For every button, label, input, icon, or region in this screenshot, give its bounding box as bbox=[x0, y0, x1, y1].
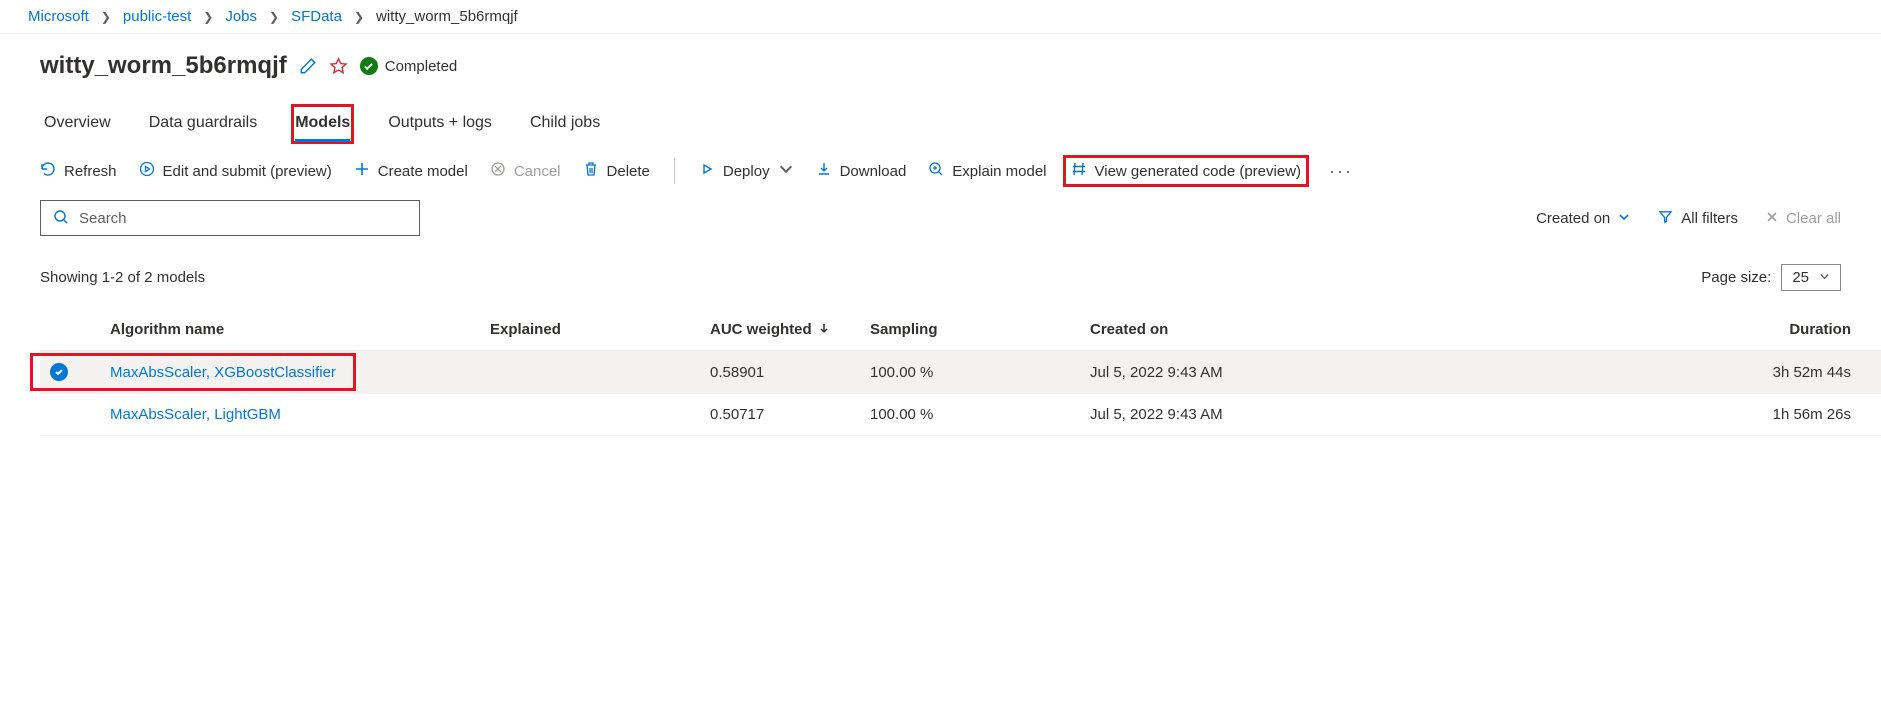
edit-icon[interactable] bbox=[299, 57, 317, 75]
chevron-right-icon: ❯ bbox=[101, 10, 111, 24]
view-code-label: View generated code (preview) bbox=[1095, 163, 1302, 180]
page-size-label: Page size: bbox=[1701, 269, 1771, 286]
play-circle-icon bbox=[139, 161, 155, 181]
tab-overview[interactable]: Overview bbox=[42, 106, 113, 142]
explain-model-button[interactable]: Explain model bbox=[928, 161, 1046, 181]
download-label: Download bbox=[840, 163, 907, 180]
breadcrumb-item-sfdata[interactable]: SFData bbox=[291, 8, 342, 25]
results-count: Showing 1-2 of 2 models bbox=[40, 269, 205, 286]
created-on-filter[interactable]: Created on bbox=[1536, 210, 1630, 227]
cell-auc: 0.50717 bbox=[710, 406, 870, 423]
all-filters-button[interactable]: All filters bbox=[1658, 209, 1738, 228]
status-badge: Completed bbox=[360, 57, 458, 75]
tabs: Overview Data guardrails Models Outputs … bbox=[40, 106, 1841, 142]
all-filters-label: All filters bbox=[1681, 210, 1738, 227]
chevron-down-icon bbox=[1819, 269, 1830, 286]
edit-submit-label: Edit and submit (preview) bbox=[163, 163, 332, 180]
table-row[interactable]: MaxAbsScaler, LightGBM 0.50717 100.00 % … bbox=[40, 394, 1881, 436]
chevron-right-icon: ❯ bbox=[354, 10, 364, 24]
cancel-button: Cancel bbox=[490, 161, 561, 181]
more-actions-button[interactable]: ··· bbox=[1325, 161, 1357, 182]
page-size-value: 25 bbox=[1792, 269, 1809, 286]
created-on-label: Created on bbox=[1536, 210, 1610, 227]
filter-row: Created on All filters Clear all bbox=[0, 194, 1881, 246]
table-row[interactable]: MaxAbsScaler, XGBoostClassifier 0.58901 … bbox=[40, 351, 1881, 394]
algorithm-link[interactable]: MaxAbsScaler, XGBoostClassifier bbox=[110, 364, 336, 381]
page-size-select[interactable]: 25 bbox=[1781, 264, 1841, 291]
cell-auc: 0.58901 bbox=[710, 364, 870, 381]
clear-all-label: Clear all bbox=[1786, 210, 1841, 227]
edit-submit-button[interactable]: Edit and submit (preview) bbox=[139, 161, 332, 181]
models-table: Algorithm name Explained AUC weighted Sa… bbox=[40, 309, 1881, 436]
close-icon bbox=[1766, 210, 1778, 227]
clear-all-button[interactable]: Clear all bbox=[1766, 210, 1841, 227]
search-input[interactable] bbox=[79, 210, 407, 227]
cell-created: Jul 5, 2022 9:43 AM bbox=[1090, 364, 1370, 381]
row-selected-icon[interactable] bbox=[50, 363, 68, 381]
toolbar: Refresh Edit and submit (preview) Create… bbox=[0, 142, 1881, 194]
col-created[interactable]: Created on bbox=[1090, 321, 1370, 338]
refresh-button[interactable]: Refresh bbox=[40, 161, 117, 181]
create-model-label: Create model bbox=[378, 163, 468, 180]
page-title: witty_worm_5b6rmqjf bbox=[40, 52, 287, 80]
page-header: witty_worm_5b6rmqjf Completed Overview D… bbox=[0, 34, 1881, 142]
tab-models[interactable]: Models bbox=[293, 106, 352, 142]
refresh-label: Refresh bbox=[64, 163, 117, 180]
col-auc-label: AUC weighted bbox=[710, 321, 812, 338]
favorite-star-icon[interactable] bbox=[329, 57, 348, 76]
cell-duration: 1h 56m 26s bbox=[1370, 406, 1871, 423]
chevron-down-icon bbox=[1618, 210, 1630, 227]
chevron-down-icon bbox=[778, 161, 794, 181]
search-box[interactable] bbox=[40, 200, 420, 236]
cell-duration: 3h 52m 44s bbox=[1370, 364, 1871, 381]
tab-child-jobs[interactable]: Child jobs bbox=[528, 106, 602, 142]
cell-sampling: 100.00 % bbox=[870, 406, 1090, 423]
explain-label: Explain model bbox=[952, 163, 1046, 180]
algorithm-link[interactable]: MaxAbsScaler, LightGBM bbox=[110, 406, 281, 423]
col-auc[interactable]: AUC weighted bbox=[710, 321, 870, 338]
arrow-down-icon bbox=[818, 321, 830, 338]
delete-button[interactable]: Delete bbox=[583, 161, 650, 181]
chevron-right-icon: ❯ bbox=[269, 10, 279, 24]
search-icon bbox=[53, 209, 69, 228]
col-explained[interactable]: Explained bbox=[490, 321, 710, 338]
magnify-plus-icon bbox=[928, 161, 944, 181]
download-icon bbox=[816, 161, 832, 181]
deploy-icon bbox=[699, 161, 715, 181]
table-header: Algorithm name Explained AUC weighted Sa… bbox=[40, 309, 1881, 351]
tab-data-guardrails[interactable]: Data guardrails bbox=[147, 106, 260, 142]
count-row: Showing 1-2 of 2 models Page size: 25 bbox=[0, 246, 1881, 299]
col-sampling[interactable]: Sampling bbox=[870, 321, 1090, 338]
deploy-button[interactable]: Deploy bbox=[699, 161, 794, 181]
status-text: Completed bbox=[385, 58, 458, 75]
refresh-icon bbox=[40, 161, 56, 181]
breadcrumb-item-jobs[interactable]: Jobs bbox=[225, 8, 257, 25]
chevron-right-icon: ❯ bbox=[203, 10, 213, 24]
cancel-label: Cancel bbox=[514, 163, 561, 180]
tab-outputs-logs[interactable]: Outputs + logs bbox=[386, 106, 494, 142]
trash-icon bbox=[583, 161, 599, 181]
cell-created: Jul 5, 2022 9:43 AM bbox=[1090, 406, 1370, 423]
hash-icon bbox=[1071, 161, 1087, 181]
delete-label: Delete bbox=[607, 163, 650, 180]
breadcrumb-item-microsoft[interactable]: Microsoft bbox=[28, 8, 89, 25]
download-button[interactable]: Download bbox=[816, 161, 907, 181]
view-generated-code-button[interactable]: View generated code (preview) bbox=[1069, 161, 1304, 181]
col-duration[interactable]: Duration bbox=[1370, 321, 1871, 338]
divider bbox=[674, 158, 675, 184]
create-model-button[interactable]: Create model bbox=[354, 161, 468, 181]
cancel-icon bbox=[490, 161, 506, 181]
filter-icon bbox=[1658, 209, 1673, 228]
breadcrumb-item-public-test[interactable]: public-test bbox=[123, 8, 191, 25]
check-circle-icon bbox=[360, 57, 378, 75]
breadcrumb: Microsoft ❯ public-test ❯ Jobs ❯ SFData … bbox=[0, 0, 1881, 34]
breadcrumb-item-current: witty_worm_5b6rmqjf bbox=[376, 8, 518, 25]
col-algorithm[interactable]: Algorithm name bbox=[110, 321, 490, 338]
deploy-label: Deploy bbox=[723, 163, 770, 180]
plus-icon bbox=[354, 161, 370, 181]
cell-sampling: 100.00 % bbox=[870, 364, 1090, 381]
